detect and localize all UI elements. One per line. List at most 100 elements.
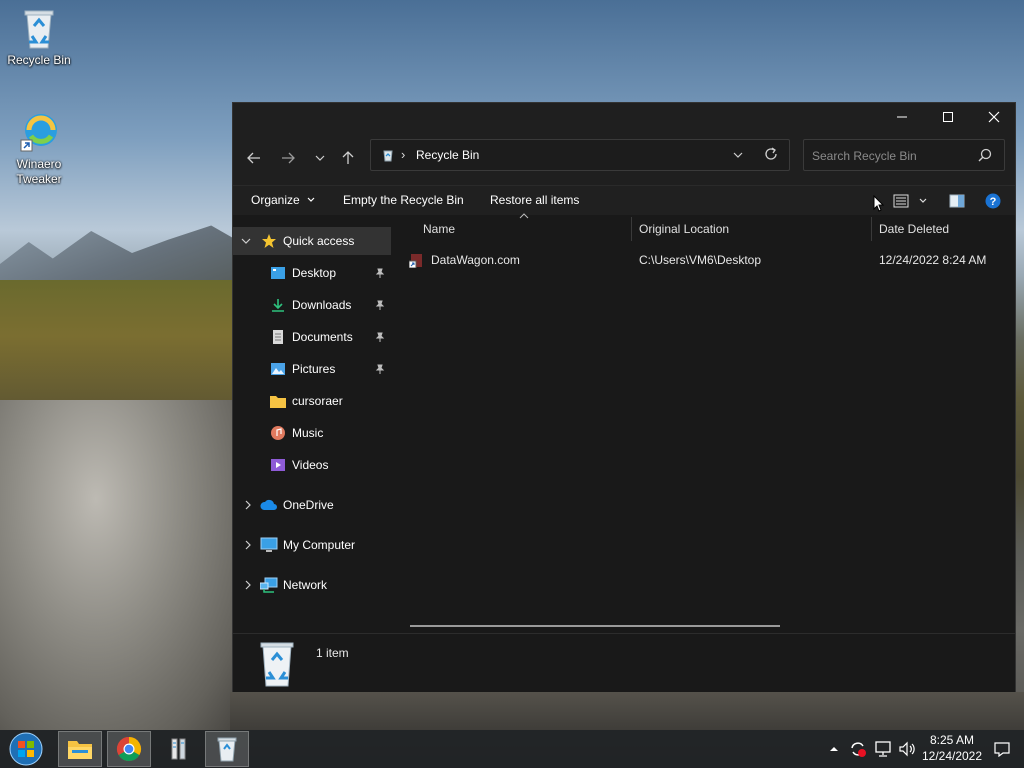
details-pane: 1 item (233, 633, 1015, 692)
pin-icon[interactable] (375, 300, 385, 310)
taskbar-chrome[interactable] (107, 731, 151, 767)
empty-recycle-bin-button[interactable]: Empty the Recycle Bin (343, 193, 464, 207)
nav-item-documents[interactable]: Documents (233, 323, 391, 351)
chevron-down-icon[interactable] (241, 236, 251, 246)
forward-button[interactable] (275, 145, 301, 171)
close-button[interactable] (971, 103, 1017, 131)
cloud-icon (260, 499, 277, 510)
organize-menu[interactable]: Organize (251, 193, 315, 207)
download-icon (272, 299, 284, 312)
desktop-icon-recycle-bin[interactable]: Recycle Bin (1, 8, 77, 68)
nav-item-cursoraer[interactable]: cursoraer (233, 387, 391, 415)
address-separator[interactable]: › (401, 147, 405, 162)
winaero-tweaker-icon (19, 112, 59, 154)
nav-item-videos[interactable]: Videos (233, 451, 391, 479)
chrome-icon (116, 737, 142, 762)
table-row[interactable]: DataWagon.com C:\Users\VM6\Desktop 12/24… (391, 249, 1011, 273)
back-button[interactable] (241, 145, 267, 171)
tray-network[interactable] (872, 730, 894, 768)
taskbar-file-explorer[interactable] (58, 731, 102, 767)
volume-icon (899, 741, 915, 757)
tray-volume[interactable] (896, 730, 918, 768)
arrow-up-icon (342, 151, 354, 164)
taskbar: 8:25 AM 12/24/2022 (0, 730, 1024, 768)
wallpaper-rocks (0, 400, 240, 730)
column-header-original-location[interactable]: Original Location (639, 215, 729, 243)
recycle-bin-large-icon (257, 640, 297, 688)
wallpaper-rocks-bottom (230, 692, 1024, 730)
pin-icon[interactable] (375, 268, 385, 278)
chevron-right-icon[interactable] (243, 540, 253, 550)
address-bar[interactable]: › Recycle Bin (370, 139, 790, 171)
view-dropdown-button[interactable] (919, 197, 927, 205)
column-divider[interactable] (871, 217, 872, 241)
taskbar-recycle-bin[interactable] (205, 731, 249, 767)
network-icon (875, 741, 891, 757)
action-center-button[interactable] (990, 730, 1014, 768)
desktop-icon-winaero-tweaker[interactable]: Winaero Tweaker (1, 112, 77, 187)
preview-pane-icon (949, 194, 965, 208)
address-location[interactable]: Recycle Bin (416, 148, 479, 162)
explorer-window: › Recycle Bin Search Recycle Bin Organiz… (232, 102, 1016, 692)
help-button[interactable]: ? (985, 193, 1001, 209)
nav-item-music[interactable]: Music (233, 419, 391, 447)
tray-sync[interactable] (846, 730, 870, 768)
nav-quick-access[interactable]: Quick access (233, 227, 391, 255)
cursor-arrow-icon (873, 195, 885, 212)
column-divider[interactable] (631, 217, 632, 241)
nav-label: Quick access (283, 234, 355, 248)
nav-item-pictures[interactable]: Pictures (233, 355, 391, 383)
recycle-bin-small-icon (381, 148, 395, 162)
restore-all-items-button[interactable]: Restore all items (490, 193, 579, 207)
preview-pane-button[interactable] (949, 194, 965, 208)
show-hidden-icons-button[interactable] (826, 730, 842, 768)
row-original-location: C:\Users\VM6\Desktop (639, 253, 762, 267)
nav-label: Network (283, 578, 328, 592)
column-header-name[interactable]: Name (423, 215, 455, 243)
nav-network[interactable]: Network (233, 571, 391, 599)
chevron-up-icon (830, 747, 838, 751)
command-bar: Organize Empty the Recycle Bin Restore a… (233, 185, 1015, 216)
start-button[interactable] (4, 731, 48, 767)
refresh-button[interactable] (764, 147, 778, 161)
up-button[interactable] (335, 145, 361, 171)
recycle-bin-icon (19, 8, 59, 50)
pin-icon[interactable] (375, 364, 385, 374)
row-date-deleted: 12/24/2022 8:24 AM (879, 253, 987, 267)
star-icon (262, 234, 276, 248)
windows-orb-icon (9, 732, 43, 766)
horizontal-scrollbar[interactable] (410, 625, 780, 627)
music-icon (271, 426, 285, 440)
folder-icon (270, 396, 286, 408)
search-placeholder[interactable]: Search Recycle Bin (812, 149, 917, 163)
recent-locations-button[interactable] (307, 145, 333, 171)
chevron-right-icon[interactable] (243, 580, 253, 590)
shortcut-file-icon (409, 254, 423, 268)
pin-icon[interactable] (375, 332, 385, 342)
view-options-button[interactable] (893, 193, 909, 209)
minimize-button[interactable] (879, 103, 925, 131)
title-bar[interactable] (233, 103, 1015, 131)
nav-item-desktop[interactable]: Desktop (233, 259, 391, 287)
chevron-down-icon (315, 155, 325, 161)
column-header-date-deleted[interactable]: Date Deleted (879, 215, 949, 243)
maximize-button[interactable] (925, 103, 971, 131)
chevron-up-icon (519, 213, 529, 219)
chevron-right-icon[interactable] (243, 500, 253, 510)
nav-onedrive[interactable]: OneDrive (233, 491, 391, 519)
refresh-icon (765, 147, 777, 160)
search-box[interactable]: Search Recycle Bin (803, 139, 1005, 171)
clock[interactable]: 8:25 AM 12/24/2022 (920, 732, 984, 764)
nav-my-computer[interactable]: My Computer (233, 531, 391, 559)
address-dropdown-button[interactable] (733, 150, 743, 160)
pictures-icon (271, 363, 285, 375)
taskbar-app[interactable] (157, 731, 201, 767)
nav-label: Pictures (292, 362, 336, 376)
desktop-icon (271, 267, 285, 279)
search-button[interactable] (978, 148, 992, 162)
nav-item-downloads[interactable]: Downloads (233, 291, 391, 319)
navigation-pane: Quick access Desktop Downloads Documents… (233, 215, 392, 633)
clock-time: 8:25 AM (929, 733, 975, 747)
organize-label: Organize (251, 193, 300, 207)
documents-icon (273, 330, 283, 344)
